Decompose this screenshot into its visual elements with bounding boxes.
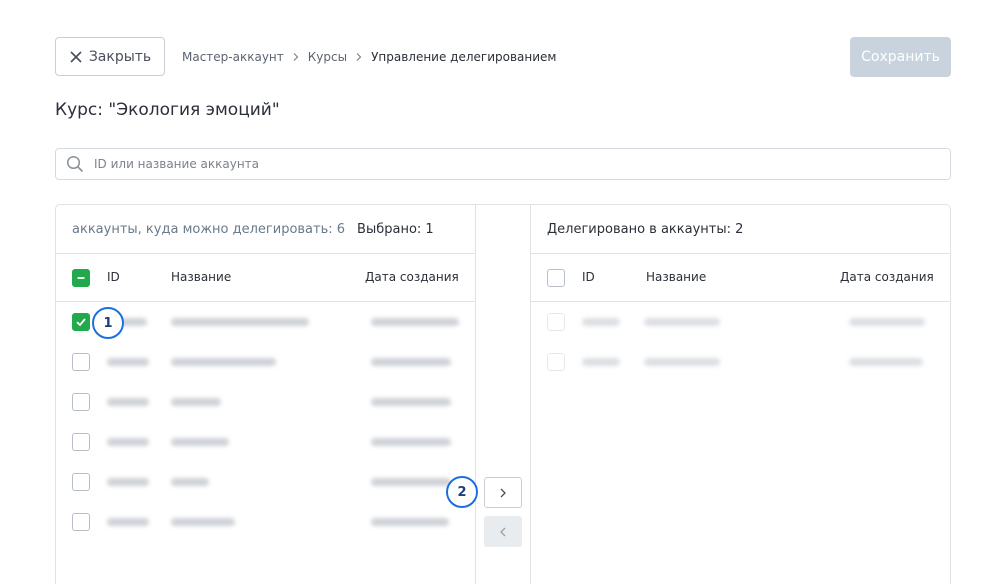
row-date-blurred xyxy=(371,518,449,526)
row-id-blurred xyxy=(582,358,620,366)
row-checkbox[interactable] xyxy=(72,473,90,491)
column-date[interactable]: Дата создания xyxy=(840,270,934,284)
row-name-blurred xyxy=(644,358,720,366)
row-checkbox[interactable] xyxy=(547,313,565,331)
chevron-left-icon xyxy=(500,527,506,536)
row-date-blurred xyxy=(371,358,451,366)
checkmark-icon xyxy=(76,318,86,327)
minus-icon xyxy=(77,277,85,279)
selected-count: Выбрано: 1 xyxy=(357,221,434,237)
select-all-checkbox[interactable] xyxy=(72,269,90,287)
breadcrumb: Мастер-аккаунт Курсы Управление делегиро… xyxy=(182,50,556,64)
row-id-blurred xyxy=(107,358,149,366)
row-name-blurred xyxy=(171,398,221,406)
row-date-blurred xyxy=(371,438,451,446)
chevron-right-icon xyxy=(293,53,299,61)
row-checkbox[interactable] xyxy=(72,313,90,331)
column-id: ID xyxy=(582,270,595,284)
delegated-accounts-header: Делегировано в аккаунты: 2 xyxy=(531,205,950,254)
available-accounts-title: аккаунты, куда можно делегировать: 6 xyxy=(72,221,346,237)
column-id: ID xyxy=(107,270,120,284)
column-date[interactable]: Дата создания xyxy=(365,270,459,284)
table-row[interactable] xyxy=(56,422,475,462)
search-icon xyxy=(66,155,84,173)
delegated-accounts-panel: Делегировано в аккаунты: 2 ID Название Д… xyxy=(530,204,951,584)
row-date-blurred xyxy=(849,318,925,326)
column-name[interactable]: Название xyxy=(646,270,706,284)
chevron-right-icon xyxy=(356,53,362,61)
row-id-blurred xyxy=(107,438,149,446)
column-name[interactable]: Название xyxy=(171,270,231,284)
table-row[interactable] xyxy=(56,342,475,382)
row-checkbox[interactable] xyxy=(72,513,90,531)
move-to-available-button[interactable] xyxy=(484,516,522,547)
step-marker-2: 2 xyxy=(446,476,478,508)
step-marker-1: 1 xyxy=(92,307,124,339)
row-id-blurred xyxy=(107,398,149,406)
available-accounts-header: аккаунты, куда можно делегировать: 6 Выб… xyxy=(56,205,475,254)
row-name-blurred xyxy=(171,318,309,326)
row-date-blurred xyxy=(371,398,451,406)
row-name-blurred xyxy=(171,518,235,526)
row-name-blurred xyxy=(644,318,720,326)
save-button-label: Сохранить xyxy=(861,49,940,65)
row-checkbox[interactable] xyxy=(72,433,90,451)
move-to-delegated-button[interactable] xyxy=(484,477,522,508)
search-input[interactable] xyxy=(94,157,894,171)
row-checkbox[interactable] xyxy=(72,393,90,411)
breadcrumb-courses[interactable]: Курсы xyxy=(308,50,347,64)
table-row[interactable] xyxy=(531,302,950,342)
delegated-accounts-title: Делегировано в аккаунты: 2 xyxy=(547,221,744,237)
close-button[interactable]: Закрыть xyxy=(55,37,165,76)
row-id-blurred xyxy=(107,518,149,526)
table-row[interactable] xyxy=(56,462,475,502)
row-date-blurred xyxy=(371,318,459,326)
row-checkbox[interactable] xyxy=(547,353,565,371)
page-title: Курс: "Экология эмоций" xyxy=(55,100,280,120)
breadcrumb-master-account[interactable]: Мастер-аккаунт xyxy=(182,50,284,64)
chevron-right-icon xyxy=(500,488,506,497)
table-row[interactable] xyxy=(56,502,475,542)
search-box[interactable] xyxy=(55,148,951,180)
row-id-blurred xyxy=(582,318,620,326)
row-date-blurred xyxy=(849,358,923,366)
table-row[interactable] xyxy=(56,382,475,422)
row-id-blurred xyxy=(107,478,149,486)
available-accounts-panel: аккаунты, куда можно делегировать: 6 Выб… xyxy=(55,204,476,584)
close-button-label: Закрыть xyxy=(88,48,152,65)
select-all-delegated-checkbox[interactable] xyxy=(547,269,565,287)
table-row[interactable] xyxy=(531,342,950,382)
row-name-blurred xyxy=(171,438,229,446)
breadcrumb-current: Управление делегированием xyxy=(371,50,557,64)
available-accounts-column-header: ID Название Дата создания xyxy=(56,254,475,302)
row-name-blurred xyxy=(171,478,209,486)
save-button[interactable]: Сохранить xyxy=(850,37,951,77)
row-name-blurred xyxy=(171,358,276,366)
close-icon xyxy=(70,50,82,63)
row-date-blurred xyxy=(371,478,451,486)
row-checkbox[interactable] xyxy=(72,353,90,371)
delegated-accounts-column-header: ID Название Дата создания xyxy=(531,254,950,302)
